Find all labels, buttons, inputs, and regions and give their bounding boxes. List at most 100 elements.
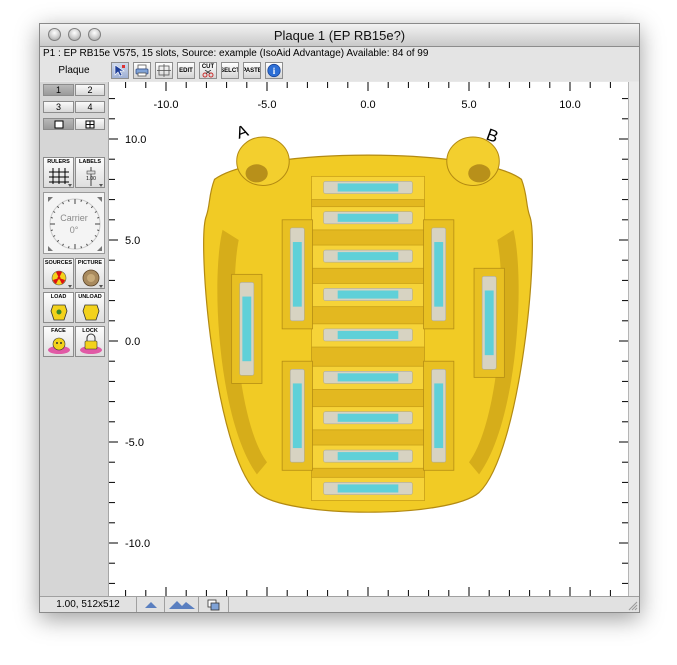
dial-label: Carrier — [60, 213, 88, 223]
dial-tick — [90, 205, 94, 209]
x-tick-label: 10.0 — [559, 99, 580, 111]
side-seed-slot[interactable] — [423, 219, 455, 330]
rotate-arrow-icon[interactable] — [97, 246, 102, 251]
pointer-icon — [114, 64, 125, 77]
y-tick-label: 0.0 — [125, 336, 140, 348]
layers-icon — [207, 599, 220, 611]
unload-tool[interactable]: UNLOAD — [75, 292, 105, 323]
dial-tick — [56, 239, 60, 243]
quad-view-button[interactable] — [75, 118, 105, 130]
scissors-icon — [202, 69, 214, 77]
rotate-arrow-icon[interactable] — [48, 246, 53, 251]
seed-core — [337, 452, 399, 461]
side-seed-core — [242, 296, 252, 362]
status-bar: 1.00, 512x512 — [40, 596, 639, 612]
dial-tick — [68, 246, 70, 249]
seed-core — [337, 183, 399, 192]
seed-core — [337, 484, 399, 493]
unload-plaque-icon — [82, 304, 100, 321]
rotate-arrow-icon[interactable] — [97, 197, 102, 202]
paste-button[interactable]: PASTE — [243, 62, 261, 79]
side-seed-slot[interactable] — [473, 267, 505, 378]
seed-slot[interactable] — [311, 444, 425, 469]
align-button[interactable] — [155, 62, 173, 79]
rulers-tool[interactable]: RULERS — [43, 157, 74, 188]
lock-tool[interactable]: LOCK — [75, 326, 105, 357]
large-mountain-icon — [169, 601, 195, 609]
info-button[interactable]: i — [265, 62, 283, 79]
seed-slot[interactable] — [311, 206, 425, 231]
side-seed-slot[interactable] — [281, 360, 313, 471]
side-seed-slot[interactable] — [423, 360, 455, 471]
picture-tool[interactable]: PICTURE — [75, 258, 105, 289]
face-tool[interactable]: FACE — [43, 326, 74, 357]
align-icon — [157, 64, 171, 77]
seed-core — [337, 213, 399, 222]
y-tick-label: 10.0 — [125, 134, 146, 146]
face-icon — [48, 337, 70, 354]
view-2-button[interactable]: 2 — [75, 84, 105, 96]
sources-tool[interactable]: SOURCES — [43, 258, 74, 289]
tool-palette: 1 2 3 4 RULERS LABELS 1.00 Carrier 0° SO… — [40, 82, 109, 596]
pointer-tool-button[interactable] — [111, 62, 129, 79]
x-tick-label: -5.0 — [258, 99, 277, 111]
seed-slot[interactable] — [311, 406, 425, 431]
vertical-scrollbar[interactable] — [628, 82, 639, 596]
view-1-button[interactable]: 1 — [43, 84, 74, 96]
window-layers-button[interactable] — [199, 597, 229, 612]
right-eyelet-hole — [468, 164, 491, 183]
radiation-icon — [51, 270, 72, 288]
dial-tick — [90, 239, 94, 243]
edit-button[interactable]: EDIT — [177, 62, 195, 79]
toolbar: Plaque EDIT CUT SELCT PASTE i — [40, 61, 639, 81]
side-seed-slot[interactable] — [281, 219, 313, 330]
y-tick-label: 5.0 — [125, 235, 140, 247]
dial-tick — [80, 199, 82, 202]
zoom-out-button[interactable] — [137, 597, 165, 612]
y-tick-label: -5.0 — [125, 437, 144, 449]
eye-plaque[interactable] — [203, 136, 533, 513]
single-view-button[interactable] — [43, 118, 74, 130]
dial-tick — [68, 199, 70, 202]
seed-core — [337, 252, 399, 261]
zoom-in-button[interactable] — [165, 597, 199, 612]
seed-slot[interactable] — [311, 244, 425, 269]
plaque-label: Plaque — [58, 65, 90, 76]
x-tick-label: 0.0 — [360, 99, 375, 111]
side-seed-core — [434, 383, 444, 449]
title-bar[interactable]: Plaque 1 (EP RB15e?) — [40, 24, 639, 47]
view-3-button[interactable]: 3 — [43, 101, 74, 113]
seed-core — [337, 330, 399, 339]
dial-angle: 0° — [69, 225, 79, 235]
rotate-arrow-icon[interactable] — [48, 197, 53, 202]
side-seed-slot[interactable] — [231, 273, 263, 384]
left-eyelet-hole — [245, 164, 268, 183]
select-button[interactable]: SELCT — [221, 62, 239, 79]
x-tick-label: 5.0 — [461, 99, 476, 111]
picture-icon — [82, 269, 103, 288]
cut-button[interactable]: CUT — [199, 62, 217, 79]
resize-grip-icon[interactable] — [626, 599, 638, 611]
dial-tick — [86, 202, 88, 205]
seed-slot[interactable] — [311, 365, 425, 390]
print-button[interactable] — [133, 62, 151, 79]
grid-icon — [49, 168, 72, 187]
carrier-rotation-dial[interactable]: Carrier 0° — [43, 192, 105, 254]
print-icon — [135, 64, 149, 77]
plaque-view[interactable]: -10.0 -5.0 0.0 5.0 10.010.05.00.0-5.0-10.0A B — [109, 82, 628, 596]
lock-icon — [80, 333, 102, 354]
load-tool[interactable]: LOAD — [43, 292, 74, 323]
labels-scale-icon: 1.00 — [86, 167, 103, 187]
seed-slot[interactable] — [311, 283, 425, 308]
view-4-button[interactable]: 4 — [75, 101, 105, 113]
window-title: Plaque 1 (EP RB15e?) — [273, 28, 406, 43]
seed-slot[interactable] — [311, 323, 425, 348]
x-tick-label: -10.0 — [153, 99, 178, 111]
seed-slot[interactable] — [311, 175, 425, 201]
seed-slot[interactable] — [311, 476, 425, 501]
plaque-canvas[interactable]: -10.0 -5.0 0.0 5.0 10.0 10.0 5.0 0.0 -5.0 -10.0 A B — [109, 82, 628, 596]
dial-tick — [94, 235, 97, 237]
dial-tick — [53, 235, 56, 237]
small-mountain-icon — [145, 602, 157, 608]
labels-tool[interactable]: LABELS 1.00 — [75, 157, 105, 188]
